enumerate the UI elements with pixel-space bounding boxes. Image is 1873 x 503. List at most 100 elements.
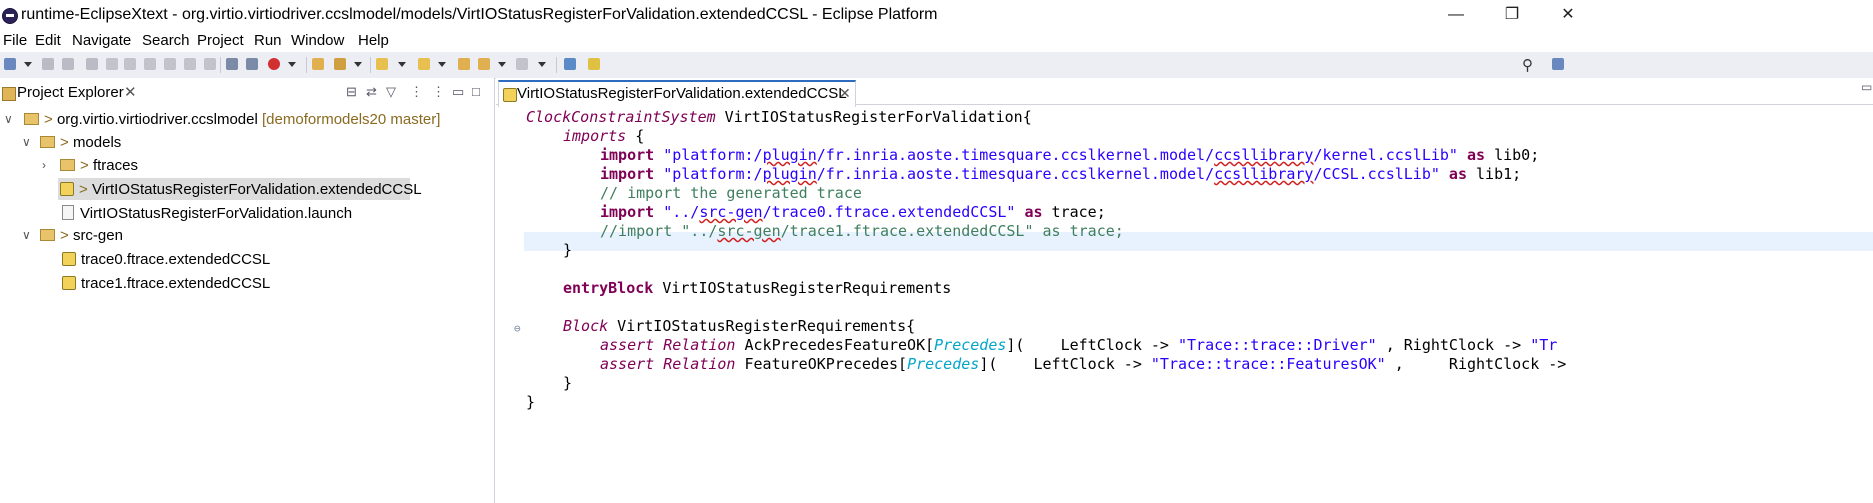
last-edit-location-icon[interactable] [458, 58, 470, 70]
menu-search[interactable]: Search [142, 32, 190, 49]
run-external-tool-icon[interactable] [334, 58, 346, 70]
editor-tab-label: VirtIOStatusRegisterForValidation.extend… [517, 85, 847, 102]
launch-file-icon [62, 205, 74, 220]
code-line: imports { [563, 127, 645, 145]
ccsl-file-icon [62, 276, 76, 290]
save-icon[interactable] [42, 58, 54, 70]
close-button[interactable]: ✕ [1548, 3, 1588, 27]
project-icon [24, 113, 39, 125]
chevron-down-icon[interactable]: ∨ [22, 135, 31, 149]
minimize-view-icon[interactable]: ▭ [452, 84, 464, 100]
perspective-icon[interactable] [588, 58, 600, 70]
code-line: Block VirtIOStatusRegisterRequirements{ [563, 317, 916, 335]
project-explorer-icon [2, 87, 16, 101]
project-explorer-view: Project Explorer ✕ ⊟ ⇄ ▽ ⋮ ⋮ ▭ □ ∨ > org… [0, 78, 495, 503]
file-label: trace0.ftrace.extendedCCSL [81, 251, 271, 268]
folder-label: ftraces [92, 157, 138, 174]
ccsl-file-icon [60, 182, 74, 196]
chevron-down-icon[interactable]: ∨ [22, 228, 31, 242]
close-icon[interactable]: ✕ [124, 83, 137, 101]
link-with-editor-icon[interactable]: ⇄ [366, 84, 377, 100]
code-line: entryBlock VirtIOStatusRegisterRequireme… [563, 279, 952, 297]
back-icon[interactable] [478, 58, 490, 70]
menu-window[interactable]: Window [291, 32, 344, 49]
resume-icon[interactable] [86, 58, 98, 70]
tab-project-explorer[interactable]: Project Explorer ✕ [0, 80, 140, 106]
new-dropdown-icon[interactable] [24, 62, 32, 67]
step-return-icon[interactable] [204, 58, 216, 70]
title-bar: runtime-EclipseXtext - org.virtio.virtio… [0, 0, 1873, 30]
folder-icon [40, 229, 55, 241]
minimize-button[interactable]: — [1436, 3, 1476, 27]
previous-annotation-dropdown-icon[interactable] [438, 62, 446, 67]
ccsl-file-icon [62, 252, 76, 266]
next-annotation-dropdown-icon[interactable] [398, 62, 406, 67]
forward-icon[interactable] [516, 58, 528, 70]
close-icon[interactable]: ✕ [839, 85, 851, 102]
menu-run[interactable]: Run [254, 32, 282, 49]
code-comment: // import the generated trace [600, 184, 862, 202]
minimize-view-icon[interactable]: ▭ [1861, 80, 1872, 94]
code-line: } [563, 241, 573, 259]
debug-icon[interactable] [268, 58, 280, 70]
open-type-icon[interactable] [312, 58, 324, 70]
step-over-icon[interactable] [184, 58, 196, 70]
tab-label: Project Explorer [17, 84, 124, 101]
skip-breakpoints-icon[interactable] [246, 58, 258, 70]
chevron-right-icon[interactable]: › [42, 158, 46, 172]
folder-label: models [72, 134, 122, 151]
suspend-icon[interactable] [106, 58, 118, 70]
use-step-filters-icon[interactable] [226, 58, 238, 70]
code-comment: //import "../src-gen/trace1.ftrace.exten… [600, 222, 1124, 240]
java-perspective-icon[interactable] [1552, 58, 1564, 70]
open-perspective-icon[interactable] [564, 58, 576, 70]
restore-button[interactable]: ❐ [1492, 3, 1532, 27]
eclipse-logo-icon [2, 8, 18, 24]
code-line: assert Relation AckPrecedesFeatureOK[Pre… [600, 336, 1558, 354]
code-editor[interactable]: ClockConstraintSystem VirtIOStatusRegist… [496, 106, 1873, 503]
git-branch-decoration: [demoformodels20 master] [262, 111, 441, 128]
new-icon[interactable] [4, 58, 16, 70]
ccsl-file-icon [503, 88, 517, 102]
disconnect-icon[interactable] [144, 58, 156, 70]
next-annotation-icon[interactable] [376, 58, 388, 70]
filter-icon[interactable]: ▽ [386, 84, 396, 100]
menu-file[interactable]: File [3, 32, 27, 49]
terminate-icon[interactable] [124, 58, 136, 70]
project-label: org.virtio.virtiodriver.ccslmodel [56, 111, 258, 128]
tree-item-selected-file[interactable]: > VirtIOStatusRegisterForValidation.exte… [58, 178, 422, 200]
folder-label: src-gen [72, 227, 123, 244]
code-line: ClockConstraintSystem VirtIOStatusRegist… [526, 108, 1032, 126]
collapse-all-icon[interactable]: ⊟ [346, 84, 357, 100]
code-line: import "platform:/plugin/fr.inria.aoste.… [600, 146, 1540, 164]
editor-area: VirtIOStatusRegisterForValidation.extend… [496, 78, 1873, 503]
code-line: assert Relation FeatureOKPrecedes[Preced… [600, 355, 1567, 373]
tab-editor-file[interactable]: VirtIOStatusRegisterForValidation.extend… [498, 80, 856, 107]
code-line: import "../src-gen/trace0.ftrace.extende… [600, 203, 1106, 221]
step-into-icon[interactable] [164, 58, 176, 70]
fold-collapse-icon[interactable]: ⊖ [514, 322, 521, 335]
save-all-icon[interactable] [62, 58, 74, 70]
focus-icon[interactable]: ⋮ [432, 84, 445, 100]
menu-project[interactable]: Project [197, 32, 244, 49]
debug-dropdown-icon[interactable] [288, 62, 296, 67]
chevron-down-icon[interactable]: ∨ [4, 112, 13, 126]
view-menu-icon[interactable]: ⋮ [410, 84, 423, 100]
menu-help[interactable]: Help [358, 32, 389, 49]
external-tool-dropdown-icon[interactable] [354, 62, 362, 67]
code-line: } [526, 393, 536, 411]
window-title: runtime-EclipseXtext - org.virtio.virtio… [21, 6, 938, 23]
code-line: import "platform:/plugin/fr.inria.aoste.… [600, 165, 1522, 183]
back-dropdown-icon[interactable] [498, 62, 506, 67]
previous-annotation-icon[interactable] [418, 58, 430, 70]
code-line: } [563, 374, 573, 392]
folder-icon [40, 136, 55, 148]
search-icon[interactable]: ⚲ [1522, 56, 1533, 74]
menu-navigate[interactable]: Navigate [72, 32, 131, 49]
menu-bar: File Edit Navigate Search Project Run Wi… [0, 30, 1873, 52]
file-label: VirtIOStatusRegisterForValidation.launch [80, 205, 353, 222]
forward-dropdown-icon[interactable] [538, 62, 546, 67]
folder-icon [60, 159, 75, 171]
menu-edit[interactable]: Edit [35, 32, 61, 49]
maximize-view-icon[interactable]: □ [472, 84, 480, 99]
